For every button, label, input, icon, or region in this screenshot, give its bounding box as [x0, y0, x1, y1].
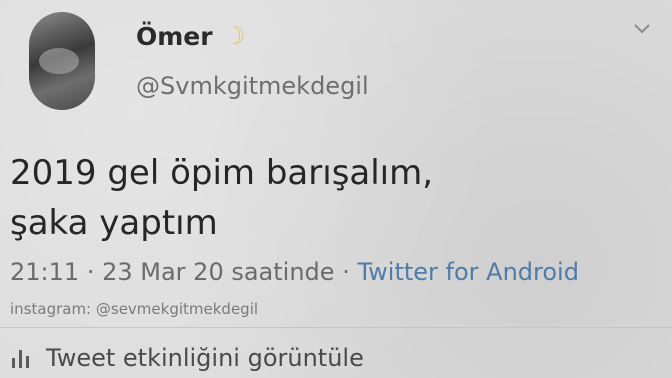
moon-icon: ☽ [224, 22, 246, 50]
display-name[interactable]: Ömer [136, 22, 213, 51]
avatar[interactable] [29, 12, 95, 110]
tweet-activity-label: Tweet etkinliğini görüntüle [46, 344, 364, 372]
chevron-down-icon[interactable] [632, 18, 652, 38]
tweet-text-line: 2019 gel öpim barışalım, [10, 153, 434, 193]
tweet-text-line: şaka yaptım [10, 203, 218, 243]
user-handle[interactable]: @Svmkgitmekdegil [136, 72, 369, 100]
tweet-activity-button[interactable]: Tweet etkinliğini görüntüle [10, 344, 364, 372]
tweet-date[interactable]: 23 Mar 20 saatinde [102, 258, 334, 286]
bar-chart-icon [12, 350, 29, 368]
instagram-caption: instagram: @sevmekgitmekdegil [10, 300, 259, 318]
tweet-time: 21:11 [10, 258, 80, 286]
meta-separator: · [342, 258, 350, 286]
meta-separator: · [86, 258, 95, 286]
tweet-source[interactable]: Twitter for Android [357, 258, 578, 286]
tweet-meta: 21:11 · 23 Mar 20 saatinde · Twitter for… [10, 258, 579, 286]
tweet-text: 2019 gel öpim barışalım, şaka yaptım [10, 148, 660, 248]
divider [0, 327, 672, 328]
